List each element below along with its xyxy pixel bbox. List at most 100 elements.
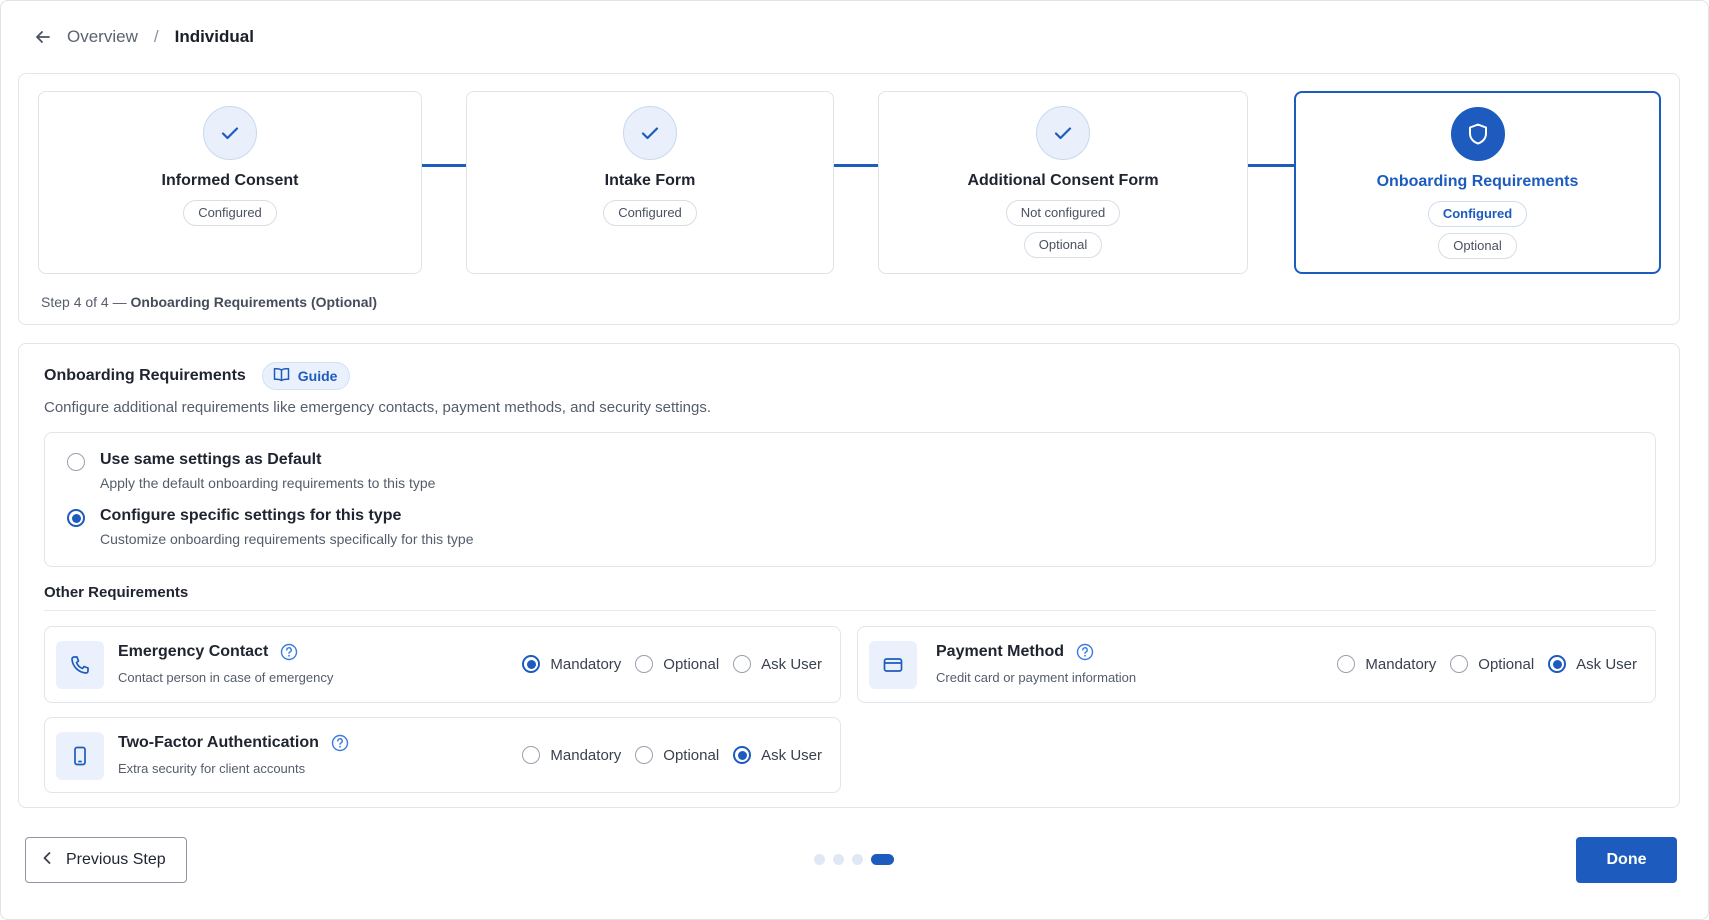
radio-ask-user[interactable]	[733, 655, 752, 673]
radio-configure-specific[interactable]	[67, 509, 85, 527]
requirement-choices: Mandatory Optional Ask User	[1337, 655, 1637, 673]
radio-ask-user[interactable]	[1548, 655, 1567, 673]
requirement-title: Emergency Contact	[118, 643, 298, 661]
choice-label: Ask User	[761, 655, 822, 673]
breadcrumb: Overview / Individual	[31, 25, 254, 49]
radio-optional[interactable]	[635, 746, 654, 764]
breadcrumb-overview-link[interactable]: Overview	[67, 27, 138, 47]
choice-mandatory[interactable]: Mandatory	[522, 655, 621, 673]
status-badge: Not configured	[1005, 200, 1121, 226]
radio-mandatory[interactable]	[522, 655, 541, 673]
choice-ask-user[interactable]: Ask User	[1548, 655, 1637, 673]
option-title: Use same settings as Default	[100, 451, 322, 468]
choice-ask-user[interactable]: Ask User	[733, 655, 822, 673]
radio-optional[interactable]	[635, 655, 654, 673]
arrow-left-icon[interactable]	[31, 25, 55, 49]
status-badge: Configured	[603, 200, 697, 226]
status-badge: Configured	[183, 200, 277, 226]
step-informed-consent[interactable]: Informed Consent Configured	[38, 91, 422, 274]
requirement-title: Two-Factor Authentication	[118, 734, 349, 752]
pagination-dot[interactable]	[833, 854, 844, 865]
settings-mode-group: Use same settings as Default Apply the d…	[44, 432, 1656, 567]
section-header: Onboarding Requirements Guide	[44, 362, 351, 390]
requirement-subtitle: Extra security for client accounts	[118, 761, 306, 776]
book-icon	[273, 367, 290, 385]
pagination-dot[interactable]	[852, 854, 863, 865]
smartphone-icon	[56, 732, 104, 780]
chevron-left-icon	[42, 851, 52, 870]
guide-button[interactable]: Guide	[261, 362, 351, 390]
choice-label: Ask User	[761, 746, 822, 764]
help-icon[interactable]	[280, 643, 298, 661]
requirement-payment-method: Payment Method Credit card or payment in…	[857, 626, 1656, 703]
radio-ask-user[interactable]	[733, 746, 752, 764]
page-frame: Overview / Individual Informed Consent C…	[0, 0, 1709, 920]
step-caption-prefix: Step 4 of 4 —	[41, 294, 127, 310]
credit-card-icon	[869, 641, 917, 689]
section-title: Onboarding Requirements	[44, 367, 246, 384]
divider	[44, 610, 1656, 611]
choice-mandatory[interactable]: Mandatory	[1337, 655, 1436, 673]
step-additional-consent-form[interactable]: Additional Consent Form Not configured O…	[878, 91, 1248, 274]
step-connector	[834, 164, 878, 167]
requirement-subtitle: Contact person in case of emergency	[118, 670, 334, 685]
radio-mandatory[interactable]	[1337, 655, 1356, 673]
choice-label: Mandatory	[1365, 655, 1437, 673]
requirement-two-factor-auth: Two-Factor Authentication Extra security…	[44, 717, 841, 793]
help-icon[interactable]	[1076, 643, 1094, 661]
choice-label: Optional	[1478, 655, 1535, 673]
radio-optional[interactable]	[1450, 655, 1469, 673]
requirement-choices: Mandatory Optional Ask User	[522, 655, 822, 673]
step-title: Informed Consent	[161, 172, 299, 189]
step-caption: Step 4 of 4 — Onboarding Requirements (O…	[41, 294, 377, 310]
section-description: Configure additional requirements like e…	[44, 399, 712, 416]
choice-ask-user[interactable]: Ask User	[733, 746, 822, 764]
choice-optional[interactable]: Optional	[635, 655, 719, 673]
pagination-dot[interactable]	[814, 854, 825, 865]
step-title: Additional Consent Form	[967, 172, 1159, 189]
breadcrumb-separator: /	[153, 27, 159, 46]
step-onboarding-requirements[interactable]: Onboarding Requirements Configured Optio…	[1294, 91, 1661, 274]
requirement-title-text: Two-Factor Authentication	[118, 734, 319, 751]
previous-step-button[interactable]: Previous Step	[25, 837, 187, 883]
step-title: Onboarding Requirements	[1376, 173, 1579, 190]
choice-optional[interactable]: Optional	[635, 746, 719, 764]
choice-label: Optional	[663, 746, 720, 764]
stepper-panel: Informed Consent Configured Intake Form …	[18, 73, 1680, 325]
onboarding-requirements-panel: Onboarding Requirements Guide Configure …	[18, 343, 1680, 808]
guide-label: Guide	[297, 368, 338, 384]
radio-use-default[interactable]	[67, 453, 85, 471]
choice-label: Ask User	[1576, 655, 1637, 673]
requirement-choices: Mandatory Optional Ask User	[522, 746, 822, 764]
option-subtitle: Apply the default onboarding requirement…	[100, 475, 436, 491]
requirement-subtitle: Credit card or payment information	[936, 670, 1137, 685]
step-caption-current: Onboarding Requirements (Optional)	[130, 294, 378, 310]
choice-label: Optional	[663, 655, 720, 673]
other-requirements-title: Other Requirements	[44, 584, 189, 601]
help-icon[interactable]	[331, 734, 349, 752]
check-icon	[1036, 106, 1090, 160]
option-use-default[interactable]: Use same settings as Default Apply the d…	[67, 451, 435, 491]
requirement-title-text: Payment Method	[936, 643, 1065, 660]
check-icon	[203, 106, 257, 160]
optional-badge: Optional	[1023, 232, 1103, 258]
breadcrumb-current: Individual	[174, 27, 254, 46]
optional-badge: Optional	[1438, 233, 1517, 259]
pagination-dot-active[interactable]	[871, 854, 894, 865]
step-pagination-dots	[814, 854, 894, 865]
choice-optional[interactable]: Optional	[1450, 655, 1534, 673]
requirement-title-text: Emergency Contact	[118, 643, 269, 660]
done-button[interactable]: Done	[1576, 837, 1677, 883]
step-connector	[422, 164, 466, 167]
option-configure-specific[interactable]: Configure specific settings for this typ…	[67, 507, 474, 547]
requirement-emergency-contact: Emergency Contact Contact person in case…	[44, 626, 841, 703]
choice-label: Mandatory	[550, 655, 622, 673]
radio-mandatory[interactable]	[522, 746, 541, 764]
phone-icon	[56, 641, 104, 689]
step-connector	[1248, 164, 1294, 167]
step-intake-form[interactable]: Intake Form Configured	[466, 91, 834, 274]
choice-mandatory[interactable]: Mandatory	[522, 746, 621, 764]
option-subtitle: Customize onboarding requirements specif…	[100, 531, 474, 547]
option-title: Configure specific settings for this typ…	[100, 507, 402, 524]
status-badge: Configured	[1427, 201, 1528, 227]
